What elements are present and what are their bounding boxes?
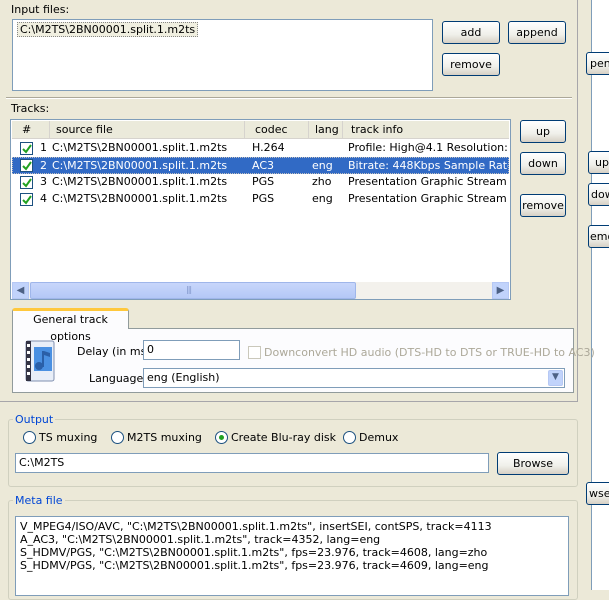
track-num: 1	[40, 141, 47, 154]
tracks-header: # source file codec lang track info	[12, 121, 509, 139]
track-row[interactable]: 3 C:\M2TS\2BN00001.split.1.m2ts PGS zho …	[12, 174, 509, 191]
track-codec: PGS	[252, 192, 275, 205]
input-file-item[interactable]: C:\M2TS\2BN00001.split.1.m2ts	[17, 22, 199, 37]
scroll-thumb[interactable]: |||	[30, 282, 356, 299]
track-file: C:\M2TS\2BN00001.split.1.m2ts	[52, 141, 228, 154]
track-codec: PGS	[252, 175, 275, 188]
radio-create-bluray-label[interactable]: Create Blu-ray disk	[231, 431, 336, 444]
delay-input[interactable]: 0	[143, 340, 240, 360]
radio-demux[interactable]	[343, 431, 356, 444]
language-select-value: eng (English)	[147, 371, 220, 384]
track-checkbox[interactable]	[20, 142, 33, 155]
browse-button[interactable]: Browse	[497, 452, 569, 475]
radio-demux-label[interactable]: Demux	[359, 431, 398, 444]
scroll-right-arrow-icon[interactable]: ▶	[492, 282, 509, 299]
track-lang: zho	[312, 175, 332, 188]
scroll-left-arrow-icon[interactable]: ◀	[12, 282, 29, 299]
append-button[interactable]: append	[508, 21, 566, 44]
tab-general-track-options[interactable]: General track options	[12, 308, 129, 343]
scroll-grip-icon: |||	[186, 285, 192, 294]
background-append-button[interactable]: pen	[586, 52, 609, 75]
radio-create-bluray[interactable]	[215, 431, 228, 444]
background-down-label: dow	[591, 188, 609, 201]
downconvert-label: Downconvert HD audio (DTS-HD to DTS or T…	[264, 346, 595, 359]
track-lang: eng	[312, 192, 333, 205]
track-info: Presentation Graphic Stream #1	[348, 192, 509, 205]
track-checkbox[interactable]	[20, 159, 33, 172]
track-down-button[interactable]: down	[520, 152, 566, 175]
track-codec: H.264	[252, 141, 285, 154]
column-header-lang[interactable]: lang	[309, 121, 343, 138]
meta-file-text[interactable]: V_MPEG4/ISO/AVC, "C:\M2TS\2BN00001.split…	[15, 516, 569, 596]
meta-line: A_AC3, "C:\M2TS\2BN00001.split.1.m2ts", …	[20, 533, 381, 546]
track-codec: AC3	[252, 159, 275, 172]
meta-line: S_HDMV/PGS, "C:\M2TS\2BN00001.split.1.m2…	[20, 559, 489, 572]
track-row[interactable]: 1 C:\M2TS\2BN00001.split.1.m2ts H.264 Pr…	[12, 140, 509, 157]
input-files-label: Input files:	[11, 3, 70, 16]
chevron-down-icon[interactable]: ▼	[548, 370, 563, 386]
track-num: 4	[40, 192, 47, 205]
track-row-selected[interactable]: 2 C:\M2TS\2BN00001.split.1.m2ts AC3 eng …	[12, 157, 509, 174]
divider	[6, 97, 572, 99]
track-checkbox[interactable]	[20, 176, 33, 189]
meta-file-group-title: Meta file	[13, 494, 65, 507]
language-label: Language:	[89, 372, 147, 385]
tracks-label: Tracks:	[11, 102, 50, 115]
meta-line: V_MPEG4/ISO/AVC, "C:\M2TS\2BN00001.split…	[20, 520, 492, 533]
track-file: C:\M2TS\2BN00001.split.1.m2ts	[52, 159, 228, 172]
column-header-info[interactable]: track info	[343, 121, 509, 138]
track-lang: eng	[312, 159, 333, 172]
track-checkbox[interactable]	[20, 193, 33, 206]
downconvert-checkbox[interactable]	[248, 346, 261, 359]
radio-m2ts-muxing[interactable]	[111, 431, 124, 444]
output-path-input[interactable]: C:\M2TS	[15, 453, 489, 473]
output-group-title: Output	[13, 413, 56, 426]
background-up-label: up	[595, 156, 609, 169]
background-append-label: pen	[590, 57, 609, 70]
track-file: C:\M2TS\2BN00001.split.1.m2ts	[52, 192, 228, 205]
background-browse-label: wse	[589, 487, 609, 500]
audio-film-icon	[22, 339, 60, 385]
track-info: Profile: High@4.1 Resolution: 128	[348, 141, 509, 154]
background-down-button[interactable]: dow	[588, 183, 609, 206]
background-remove-label: emo	[590, 230, 609, 243]
track-num: 3	[40, 175, 47, 188]
add-button[interactable]: add	[442, 21, 500, 44]
radio-ts-muxing[interactable]	[23, 431, 36, 444]
track-up-button[interactable]: up	[520, 120, 566, 143]
tracks-horizontal-scrollbar[interactable]: ◀ ||| ▶	[12, 282, 509, 299]
radio-m2ts-muxing-label[interactable]: M2TS muxing	[127, 431, 202, 444]
tracks-table[interactable]: # source file codec lang track info 1 C:…	[10, 119, 511, 300]
column-header-source[interactable]: source file	[50, 121, 245, 138]
background-browse-button[interactable]: wse	[586, 482, 609, 505]
remove-input-button[interactable]: remove	[442, 53, 500, 76]
track-info: Presentation Graphic Stream #0	[348, 175, 509, 188]
track-info: Bitrate: 448Kbps Sample Rate: 48	[348, 159, 508, 172]
language-select[interactable]: eng (English) ▼	[143, 368, 565, 388]
track-num: 2	[40, 159, 47, 172]
column-header-codec[interactable]: codec	[245, 121, 309, 138]
input-files-list[interactable]: C:\M2TS\2BN00001.split.1.m2ts	[12, 19, 433, 91]
track-file: C:\M2TS\2BN00001.split.1.m2ts	[52, 175, 228, 188]
background-remove-button[interactable]: emo	[588, 225, 609, 248]
column-header-num[interactable]: #	[12, 121, 50, 138]
meta-line: S_HDMV/PGS, "C:\M2TS\2BN00001.split.1.m2…	[20, 546, 488, 559]
track-row[interactable]: 4 C:\M2TS\2BN00001.split.1.m2ts PGS eng …	[12, 191, 509, 208]
radio-ts-muxing-label[interactable]: TS muxing	[39, 431, 97, 444]
track-remove-button[interactable]: remove	[520, 194, 566, 217]
background-up-button[interactable]: up	[588, 151, 609, 174]
